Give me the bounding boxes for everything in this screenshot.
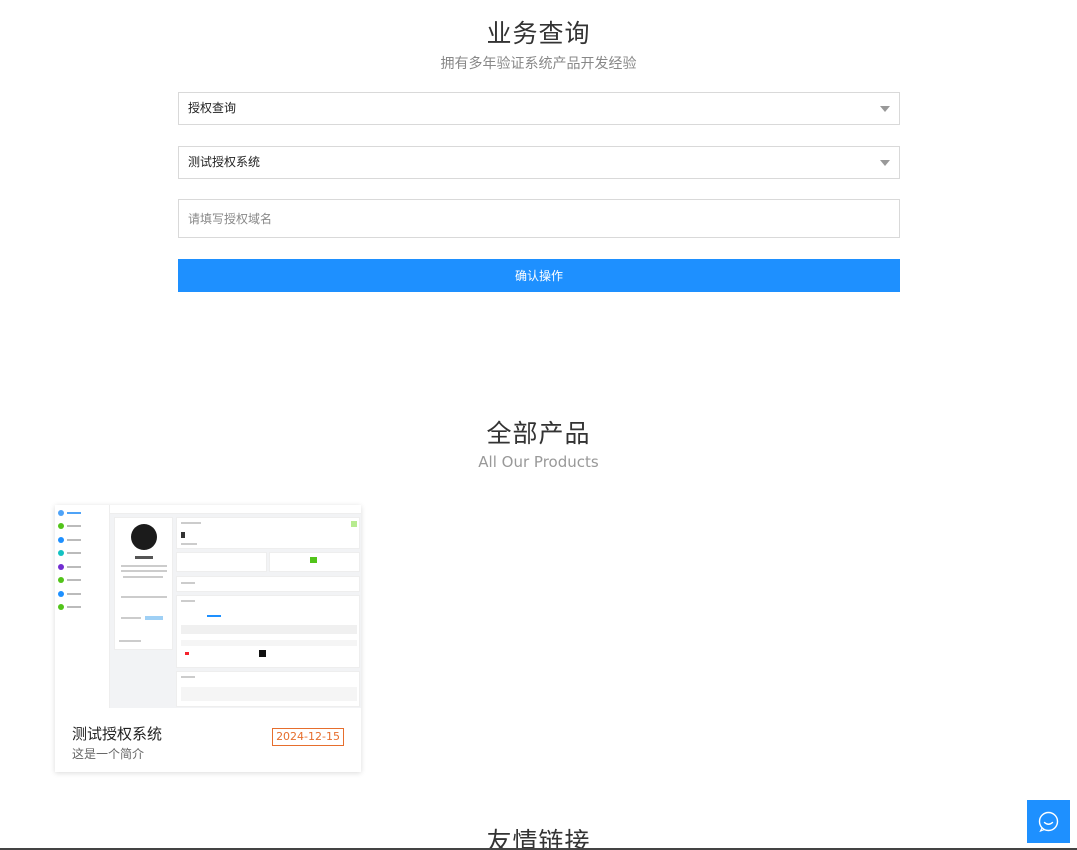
product-date-badge: 2024-12-15 — [272, 728, 344, 746]
thumb-topbar — [110, 505, 361, 514]
domain-input[interactable] — [178, 199, 900, 238]
product-name: 测试授权系统 — [72, 725, 163, 743]
thumb-stats-panel — [176, 517, 360, 549]
product-card[interactable]: 测试授权系统 这是一个简介 2024-12-15 — [55, 505, 361, 772]
product-select[interactable]: 测试授权系统 — [178, 146, 900, 179]
products-title: 全部产品 — [486, 419, 591, 448]
query-type-select[interactable]: 授权查询 — [178, 92, 900, 125]
thumb-profile-panel — [114, 517, 173, 650]
thumb-table-panel — [176, 595, 360, 668]
product-select-value: 测试授权系统 — [188, 155, 261, 169]
query-title: 业务查询 — [486, 19, 591, 48]
chat-button[interactable] — [1027, 800, 1070, 843]
chat-bubble-icon — [1038, 811, 1059, 833]
confirm-button[interactable]: 确认操作 — [178, 259, 900, 292]
caret-down-icon — [880, 160, 890, 166]
query-type-value: 授权查询 — [188, 101, 237, 115]
thumb-sidebar — [55, 505, 110, 708]
query-subtitle: 拥有多年验证系统产品开发经验 — [440, 56, 637, 72]
avatar — [131, 524, 157, 550]
product-description: 这是一个简介 — [72, 747, 145, 761]
links-title: 友情链接 — [486, 827, 591, 850]
product-thumbnail — [55, 505, 361, 708]
caret-down-icon — [880, 106, 890, 112]
products-subtitle: All Our Products — [478, 453, 599, 471]
